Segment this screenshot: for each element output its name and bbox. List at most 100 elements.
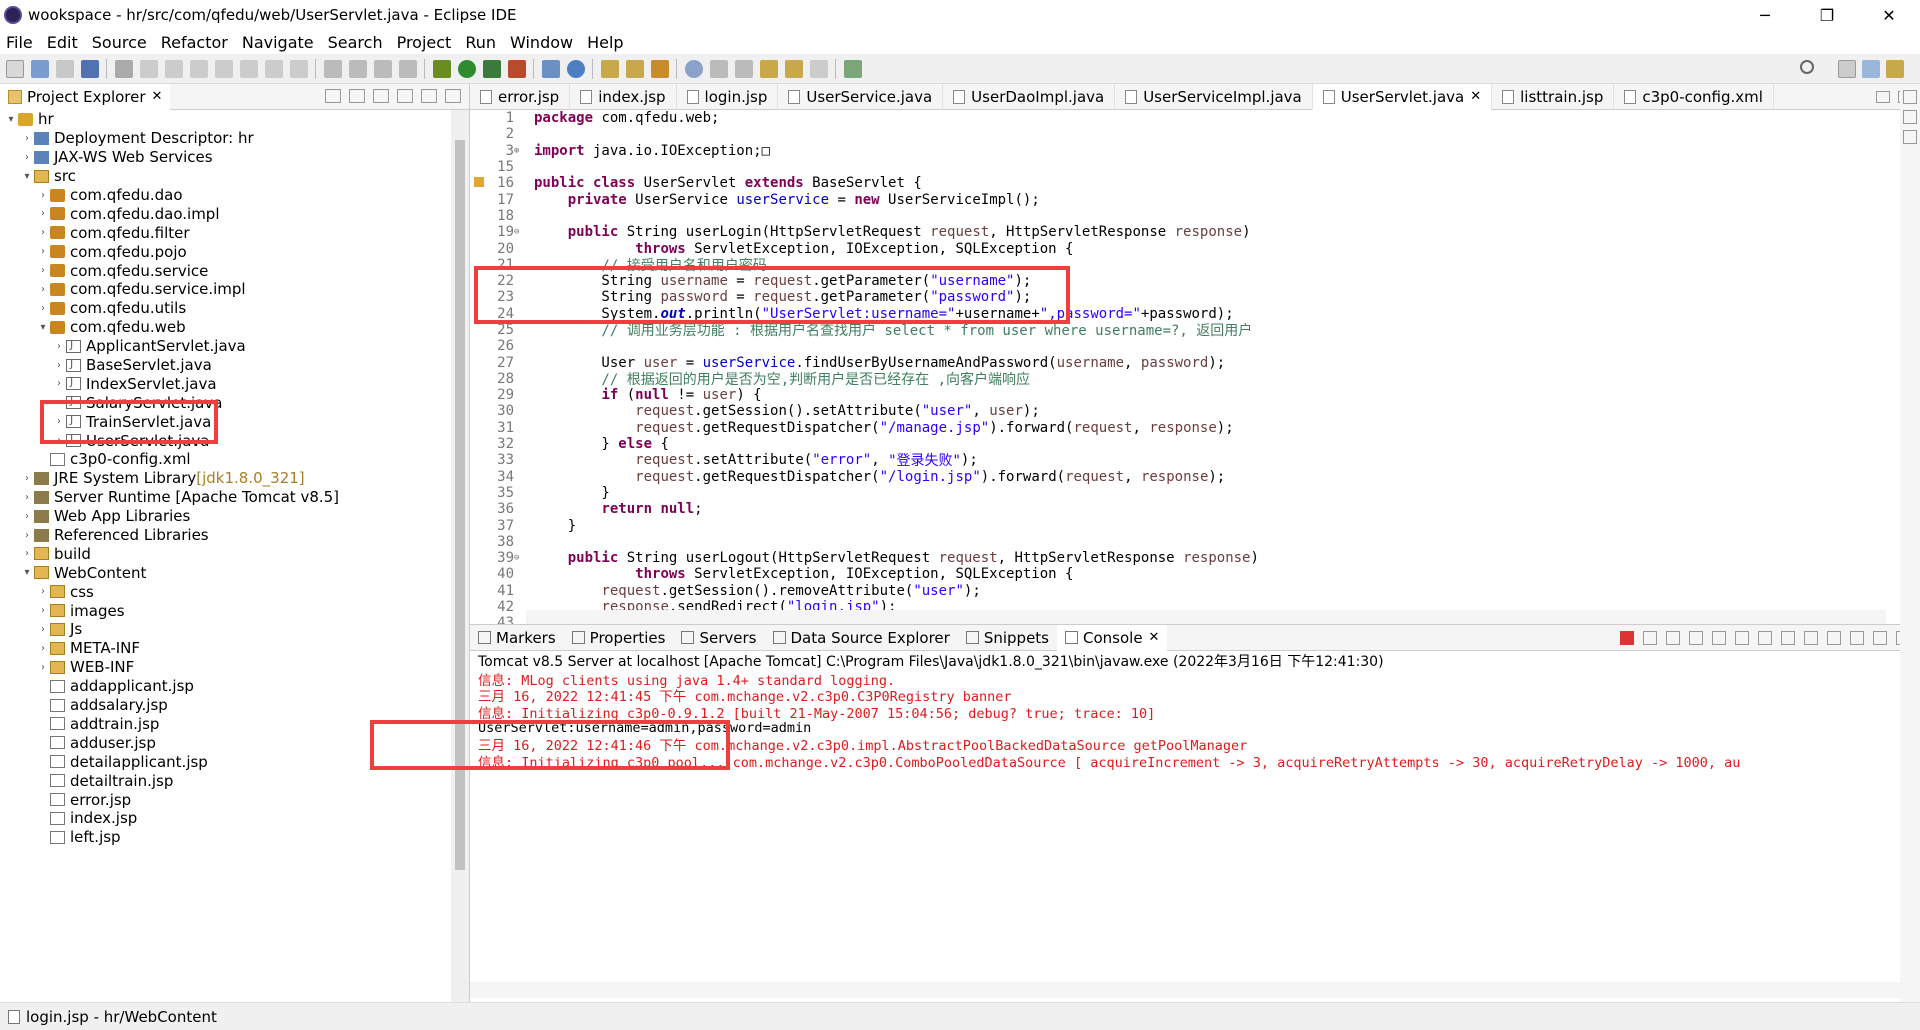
close-icon[interactable]: ✕ — [152, 89, 163, 104]
chevron-right-icon[interactable]: › — [36, 605, 50, 616]
restore-icon[interactable]: ❐ — [1796, 0, 1858, 30]
tree-item[interactable]: › WEB-INF — [0, 658, 452, 677]
chevron-right-icon[interactable]: › — [20, 530, 34, 541]
tree-item[interactable]: › Js — [0, 620, 452, 639]
tree-item[interactable]: c3p0-config.xml — [0, 450, 452, 469]
bottom-tab[interactable]: Servers — [673, 625, 764, 651]
remove-all-icon[interactable] — [1666, 631, 1680, 645]
menu-refactor[interactable]: Refactor — [161, 33, 228, 52]
tree-item[interactable]: › com.qfedu.service — [0, 261, 452, 280]
task-list-icon[interactable] — [1903, 130, 1917, 144]
maximize-view-icon[interactable] — [445, 89, 461, 103]
tree-item[interactable]: detailapplicant.jsp — [0, 752, 452, 771]
pin-editor-icon[interactable] — [844, 59, 862, 78]
tree-item[interactable]: › SalaryServlet.java — [0, 393, 452, 412]
tree-item[interactable]: › TrainServlet.java — [0, 412, 452, 431]
editor-tab[interactable]: UserServlet.java ✕ — [1312, 83, 1493, 110]
java-perspective-icon[interactable] — [1886, 60, 1904, 78]
show-on-output-icon[interactable] — [1758, 631, 1772, 645]
block-selection-icon[interactable] — [374, 59, 392, 78]
save-all-icon[interactable] — [56, 59, 74, 78]
disconnect-icon[interactable] — [215, 59, 233, 78]
terminal-icon[interactable] — [81, 59, 99, 78]
chevron-right-icon[interactable]: › — [20, 152, 34, 163]
chevron-down-icon[interactable]: ▾ — [36, 322, 50, 333]
run-icon[interactable] — [458, 59, 476, 78]
menu-source[interactable]: Source — [92, 33, 147, 52]
terminate-icon[interactable] — [190, 59, 208, 78]
chevron-right-icon[interactable]: › — [36, 190, 50, 201]
tree-item[interactable]: › UserServlet.java — [0, 431, 452, 450]
bottom-tab[interactable]: Properties — [564, 625, 674, 651]
chevron-right-icon[interactable]: › — [36, 284, 50, 295]
new-server-icon[interactable] — [542, 59, 560, 78]
chevron-right-icon[interactable]: › — [52, 360, 66, 371]
menu-edit[interactable]: Edit — [47, 33, 78, 52]
tree-item[interactable]: addtrain.jsp — [0, 715, 452, 734]
minimize-view-icon[interactable] — [1873, 631, 1887, 645]
tree-item[interactable]: › IndexServlet.java — [0, 374, 452, 393]
external-tools-icon[interactable] — [508, 59, 526, 78]
tree-item[interactable]: ▾ hr — [0, 110, 452, 129]
console-output[interactable]: 信息: MLog clients using java 1.4+ standar… — [470, 671, 1920, 971]
tree-item[interactable]: index.jsp — [0, 809, 452, 828]
bottom-tab[interactable]: Data Source Explorer — [765, 625, 958, 651]
tree-item[interactable]: addsalary.jsp — [0, 696, 452, 715]
bottom-tab[interactable]: Console ✕ — [1057, 624, 1168, 651]
suspend-icon[interactable] — [165, 59, 183, 78]
tree-item[interactable]: › images — [0, 601, 452, 620]
step-over-icon[interactable] — [265, 59, 283, 78]
tree-item[interactable]: left.jsp — [0, 828, 452, 847]
chevron-right-icon[interactable]: › — [36, 227, 50, 238]
menu-file[interactable]: File — [6, 33, 33, 52]
chevron-right-icon[interactable]: › — [52, 378, 66, 389]
pin-console-icon[interactable] — [1804, 631, 1818, 645]
web-browser-icon[interactable] — [685, 59, 703, 78]
minimize-view-icon[interactable] — [421, 89, 437, 103]
explorer-scroll-thumb[interactable] — [455, 140, 465, 870]
editor-tab[interactable]: error.jsp — [470, 83, 571, 110]
warning-icon[interactable] — [474, 177, 484, 188]
editor-tab[interactable]: UserDaoImpl.java — [943, 83, 1116, 110]
minimize-icon[interactable]: ─ — [1734, 0, 1796, 30]
chevron-right-icon[interactable]: › — [20, 492, 34, 503]
chevron-right-icon[interactable]: › — [52, 435, 66, 446]
explorer-scrollbar[interactable] — [451, 110, 469, 1002]
close-icon[interactable]: ✕ — [1470, 89, 1481, 104]
previous-annotation-icon[interactable] — [735, 59, 753, 78]
menu-window[interactable]: Window — [510, 33, 573, 52]
step-return-icon[interactable] — [290, 59, 308, 78]
tree-item[interactable]: error.jsp — [0, 790, 452, 809]
view-menu-icon[interactable] — [397, 89, 413, 103]
menu-help[interactable]: Help — [587, 33, 623, 52]
bottom-tab[interactable]: Snippets — [958, 625, 1057, 651]
back-icon[interactable] — [785, 59, 803, 78]
chevron-right-icon[interactable]: › — [36, 246, 50, 257]
chevron-down-icon[interactable]: ▾ — [20, 171, 34, 182]
debug-icon[interactable] — [433, 59, 451, 78]
menu-project[interactable]: Project — [397, 33, 452, 52]
search-tool-icon[interactable] — [651, 59, 669, 78]
tree-item[interactable]: › Server Runtime [Apache Tomcat v8.5] — [0, 488, 452, 507]
outline-icon[interactable] — [1903, 110, 1917, 124]
display-console-icon[interactable] — [1827, 631, 1841, 645]
open-perspective-icon[interactable] — [1838, 60, 1856, 78]
chevron-right-icon[interactable]: › — [36, 643, 50, 654]
last-edit-icon[interactable] — [760, 59, 778, 78]
chevron-right-icon[interactable]: › — [36, 265, 50, 276]
tree-item[interactable]: › JRE System Library [jdk1.8.0_321] — [0, 469, 452, 488]
chevron-right-icon[interactable]: › — [52, 397, 66, 408]
tree-item[interactable]: › com.qfedu.service.impl — [0, 280, 452, 299]
link-editor-icon[interactable] — [349, 89, 365, 103]
tree-item[interactable]: › com.qfedu.pojo — [0, 242, 452, 261]
java-ee-perspective-icon[interactable] — [1862, 60, 1880, 78]
chevron-right-icon[interactable]: › — [20, 473, 34, 484]
open-task-icon[interactable] — [626, 59, 644, 78]
editor-tab[interactable]: index.jsp — [570, 83, 677, 110]
minimize-view-icon[interactable] — [1876, 90, 1890, 103]
chevron-right-icon[interactable]: › — [36, 586, 50, 597]
new-icon[interactable] — [6, 59, 24, 78]
tree-item[interactable]: ▾ com.qfedu.web — [0, 318, 452, 337]
step-into-icon[interactable] — [240, 59, 258, 78]
tree-item[interactable]: detailtrain.jsp — [0, 771, 452, 790]
